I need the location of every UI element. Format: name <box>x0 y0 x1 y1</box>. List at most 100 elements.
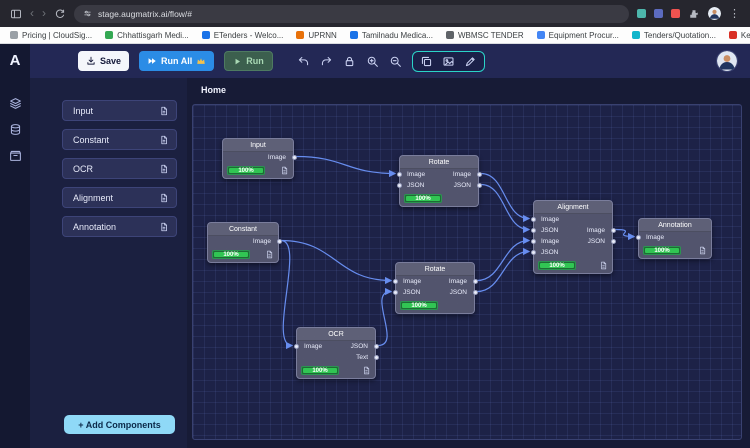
save-button[interactable]: Save <box>78 51 129 71</box>
output-port[interactable] <box>292 155 297 160</box>
address-bar[interactable]: stage.augmatrix.ai/flow/# <box>74 5 629 23</box>
flow-node-rotate2[interactable]: RotateImageImageJSONJSON100% <box>395 262 475 314</box>
extension-icon[interactable] <box>671 9 680 18</box>
layers-icon[interactable] <box>9 97 22 110</box>
output-port-label: Image <box>453 169 471 180</box>
node-port-row: ImageImage <box>400 169 478 180</box>
component-item-ocr[interactable]: OCR <box>62 158 177 179</box>
component-item-alignment[interactable]: Alignment <box>62 187 177 208</box>
bookmark-item[interactable]: ETenders - Welco... <box>202 31 284 40</box>
bookmark-favicon <box>632 31 640 39</box>
file-icon <box>159 106 169 116</box>
input-port[interactable] <box>294 344 299 349</box>
output-port[interactable] <box>473 279 478 284</box>
output-port[interactable] <box>611 228 616 233</box>
browser-chrome: ‹ › stage.augmatrix.ai/flow/# ⋮ <box>0 0 750 27</box>
zoom-out-icon[interactable] <box>389 55 402 68</box>
progress-percent: 100% <box>401 302 437 309</box>
image-icon[interactable] <box>442 55 455 68</box>
flow-node-rotate1[interactable]: RotateImageImageJSONJSON100% <box>399 155 479 207</box>
browser-profile-avatar[interactable] <box>708 7 721 20</box>
forward-icon[interactable]: › <box>42 0 46 27</box>
component-item-constant[interactable]: Constant <box>62 129 177 150</box>
bookmark-item[interactable]: Tamilnadu Medica... <box>350 31 433 40</box>
output-port[interactable] <box>374 344 379 349</box>
input-port[interactable] <box>393 279 398 284</box>
input-port[interactable] <box>393 290 398 295</box>
bookmark-item[interactable]: UPRNN <box>296 31 336 40</box>
bookmark-label: WBMSC TENDER <box>458 31 524 40</box>
bookmark-item[interactable]: Kerala Medical Se... <box>729 31 750 40</box>
progress-percent: 100% <box>213 251 249 258</box>
archive-icon[interactable] <box>9 149 22 162</box>
edit-icon[interactable] <box>464 55 477 68</box>
extension-icon[interactable] <box>637 9 646 18</box>
site-info-icon <box>83 9 92 18</box>
back-icon[interactable]: ‹ <box>30 0 34 27</box>
input-port[interactable] <box>531 217 536 222</box>
output-port[interactable] <box>374 355 379 360</box>
bookmark-item[interactable]: Pricing | CloudSig... <box>10 31 92 40</box>
run-all-icon <box>147 56 157 66</box>
input-port[interactable] <box>531 250 536 255</box>
file-icon <box>362 366 371 375</box>
undo-icon[interactable] <box>297 55 310 68</box>
browser-menu-icon[interactable]: ⋮ <box>729 7 740 20</box>
output-port[interactable] <box>473 290 478 295</box>
component-item-label: Constant <box>73 135 159 145</box>
flow-node-input[interactable]: InputImage100% <box>222 138 294 179</box>
toolbar-icons <box>297 55 402 68</box>
node-progress-bar: 100% <box>400 301 438 310</box>
component-item-annotation[interactable]: Annotation <box>62 216 177 237</box>
input-port[interactable] <box>397 183 402 188</box>
extensions-puzzle-icon[interactable] <box>688 8 700 20</box>
input-port[interactable] <box>531 228 536 233</box>
zoom-in-icon[interactable] <box>366 55 379 68</box>
canvas-tab-home[interactable]: Home <box>201 85 226 95</box>
user-avatar[interactable] <box>716 50 738 72</box>
bookmark-item[interactable]: WBMSC TENDER <box>446 31 524 40</box>
database-icon[interactable] <box>9 123 22 136</box>
file-icon <box>159 135 169 145</box>
input-port[interactable] <box>397 172 402 177</box>
add-components-button[interactable]: + Add Components <box>64 415 175 434</box>
reload-icon[interactable] <box>54 8 66 20</box>
bookmark-item[interactable]: Tenders/Quotation... <box>632 31 716 40</box>
flow-node-alignment[interactable]: AlignmentImageJSONImageImageJSONJSON100% <box>533 200 613 274</box>
redo-icon[interactable] <box>320 55 333 68</box>
output-port[interactable] <box>611 239 616 244</box>
output-port[interactable] <box>477 183 482 188</box>
components-panel: Input Constant OCR Alignment Annotation + Ad… <box>30 78 187 448</box>
output-port[interactable] <box>277 239 282 244</box>
output-port[interactable] <box>477 172 482 177</box>
component-item-input[interactable]: Input <box>62 100 177 121</box>
bookmark-item[interactable]: Equipment Procur... <box>537 31 619 40</box>
app-window: A Save Run All Run <box>0 44 750 448</box>
node-title: Constant <box>208 223 278 236</box>
sidebar-toggle-icon[interactable] <box>10 8 22 20</box>
progress-percent: 100% <box>644 247 680 254</box>
flow-node-ocr[interactable]: OCRImageJSONText100% <box>296 327 376 379</box>
flow-node-constant[interactable]: ConstantImage100% <box>207 222 279 263</box>
run-button[interactable]: Run <box>224 51 273 71</box>
extension-icon[interactable] <box>654 9 663 18</box>
input-port-label: JSON <box>407 180 424 191</box>
url-text: stage.augmatrix.ai/flow/# <box>98 9 192 19</box>
node-port-row: JSONImage <box>534 225 612 236</box>
flow-canvas[interactable]: Home InputImage100%ConstantImage100%OCRI… <box>187 78 750 448</box>
input-port[interactable] <box>531 239 536 244</box>
run-all-button[interactable]: Run All <box>139 51 214 71</box>
node-port-row: Image <box>639 232 711 243</box>
save-icon <box>86 56 96 66</box>
input-port-label: Image <box>541 236 559 247</box>
copy-icon[interactable] <box>420 55 433 68</box>
node-port-row: ImageJSON <box>534 236 612 247</box>
flow-node-annotation[interactable]: AnnotationImage100% <box>638 218 712 259</box>
file-icon <box>265 250 274 259</box>
node-footer: 100% <box>208 247 278 262</box>
bookmark-label: ETenders - Welco... <box>214 31 284 40</box>
node-progress-bar: 100% <box>212 250 250 259</box>
bookmark-item[interactable]: Chhattisgarh Medi... <box>105 31 189 40</box>
lock-icon[interactable] <box>343 55 356 68</box>
input-port[interactable] <box>636 235 641 240</box>
